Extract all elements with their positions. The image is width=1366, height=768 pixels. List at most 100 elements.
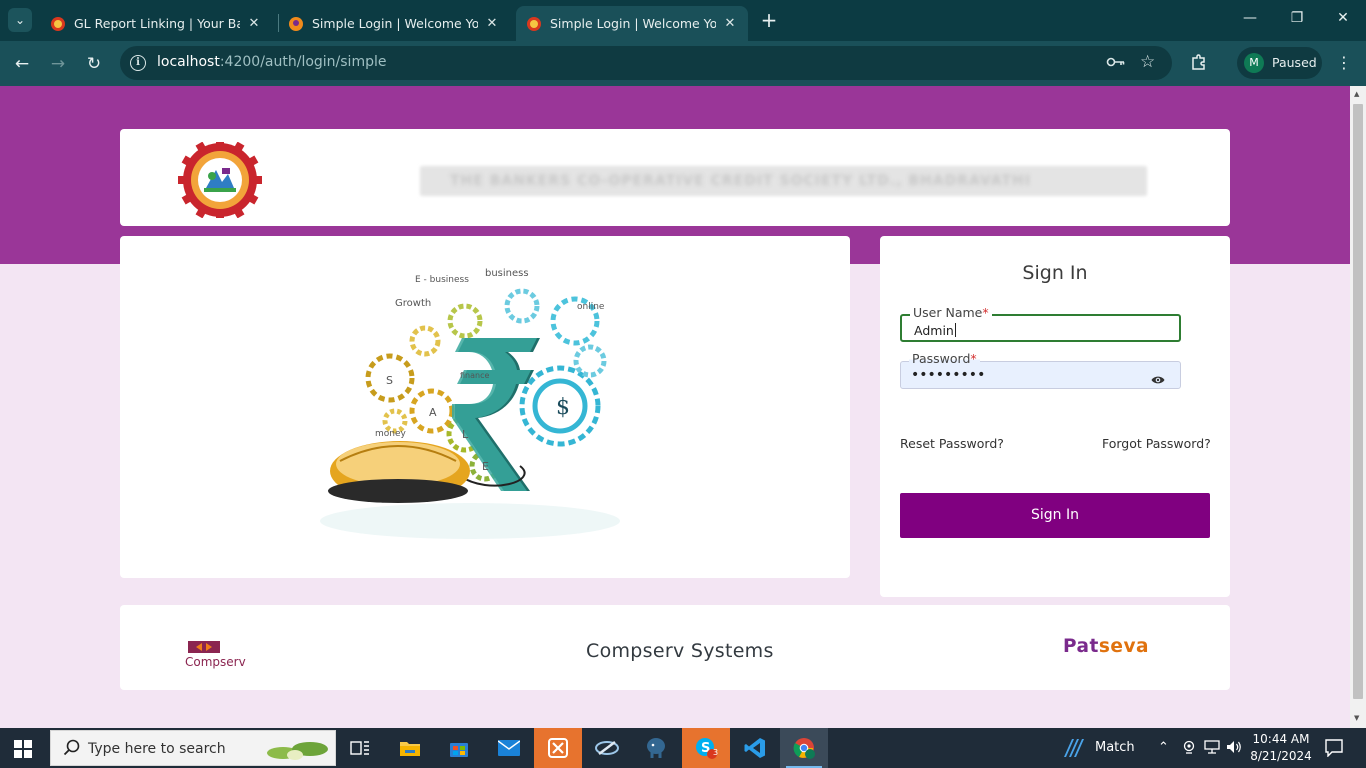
minimize-icon[interactable]: — [1239, 10, 1261, 26]
hero-letter-s: S [386, 374, 393, 387]
avatar: M [1244, 53, 1264, 73]
clock-date: 8/21/2024 [1250, 749, 1312, 763]
footer-company-name: Compserv Systems [586, 640, 774, 662]
reload-icon[interactable]: ↻ [83, 53, 105, 75]
url-path: :4200/auth/login/simple [219, 54, 387, 70]
url-host: localhost [157, 54, 220, 70]
restore-icon[interactable]: ❐ [1286, 10, 1308, 26]
hero-word-business: business [485, 268, 529, 279]
close-icon[interactable]: ✕ [484, 16, 500, 31]
login-card: Sign In User Name* Admin Password* •••••… [880, 236, 1230, 597]
bank-name-text: THE BANKERS CO-OPERATIVE CREDIT SOCIETY … [450, 173, 1031, 189]
system-clock[interactable]: 10:44 AM 8/21/2024 [1250, 731, 1312, 765]
file-explorer-icon[interactable] [386, 728, 434, 768]
skype-badge-count: 3 [713, 748, 719, 757]
webcam-icon[interactable] [1182, 740, 1196, 758]
profile-status: Paused [1272, 55, 1317, 70]
back-arrow-icon[interactable]: ← [11, 53, 33, 75]
hero-word-ebusiness: E - business [415, 275, 469, 285]
windows-taskbar: Type here to search S 3 Match ⌃ 10:44 AM… [0, 728, 1366, 768]
search-highlight-cucumber-icon [265, 737, 331, 765]
hero-word-growth: Growth [395, 298, 431, 309]
password-label: Password* [909, 352, 980, 366]
bank-favicon-icon [526, 16, 542, 32]
browser-tab-simple-login-1[interactable]: Simple Login | Welcome Your B ✕ [278, 6, 510, 41]
address-bar[interactable]: i localhost:4200/auth/login/simple ☆ [120, 46, 1172, 80]
clock-time: 10:44 AM [1252, 732, 1310, 746]
skype-icon[interactable]: S 3 [682, 728, 730, 768]
tab-search-button[interactable]: ⌄ [8, 8, 32, 32]
patseva-brand: Patseva [1063, 636, 1149, 657]
windows-start-icon[interactable] [14, 740, 32, 762]
reset-password-link[interactable]: Reset Password? [900, 436, 1004, 451]
chevron-down-icon: ⌄ [14, 13, 26, 27]
text-caret [954, 323, 956, 337]
chevron-up-icon[interactable]: ⌃ [1158, 740, 1169, 755]
weather-icon[interactable] [1052, 728, 1092, 768]
scroll-thumb[interactable] [1353, 104, 1363, 699]
window-close-icon[interactable]: ✕ [1332, 10, 1354, 26]
hero-dollar-label: $ [556, 395, 570, 420]
show-password-eye-icon[interactable] [1151, 370, 1165, 389]
page-scrollbar[interactable]: ▲ ▼ [1350, 86, 1366, 728]
notification-center-icon[interactable] [1325, 739, 1343, 761]
hero-letter-e: E [482, 460, 489, 473]
brand-part-2: seva [1098, 636, 1149, 657]
vscode-icon[interactable] [731, 728, 779, 768]
xampp-icon[interactable] [534, 728, 582, 768]
extensions-puzzle-icon[interactable] [1188, 53, 1210, 75]
password-label-text: Password [912, 351, 971, 366]
url-text[interactable]: localhost:4200/auth/login/simple [157, 54, 386, 70]
task-view-icon[interactable] [336, 728, 384, 768]
brand-part-1: Pat [1063, 636, 1099, 657]
sign-in-button[interactable]: Sign In [900, 493, 1210, 538]
bank-logo-emblem [178, 138, 262, 222]
hero-word-online: online [577, 302, 605, 312]
tab-title: Simple Login | Welcome Your B [312, 16, 478, 31]
required-mark: * [982, 305, 989, 320]
close-icon[interactable]: ✕ [246, 16, 262, 31]
bank-favicon-icon [50, 16, 66, 32]
tab-title: Simple Login | Welcome Your B [550, 16, 716, 31]
site-info-icon[interactable]: i [130, 55, 146, 71]
required-mark: * [970, 351, 977, 366]
volume-icon[interactable] [1226, 740, 1242, 758]
close-icon[interactable]: ✕ [722, 16, 738, 31]
bookmark-star-icon[interactable]: ☆ [1140, 52, 1155, 72]
username-label: User Name* [910, 306, 992, 320]
microsoft-store-icon[interactable] [435, 728, 483, 768]
chrome-icon[interactable] [780, 728, 828, 768]
browser-toolbar: ← → ↻ i localhost:4200/auth/login/simple… [0, 41, 1366, 86]
bank-header-card: THE BANKERS CO-OPERATIVE CREDIT SOCIETY … [120, 129, 1230, 226]
hero-word-money: money [375, 429, 407, 439]
more-menu-icon[interactable]: ⋮ [1336, 53, 1352, 72]
angular-favicon-icon [288, 16, 304, 32]
search-icon [63, 739, 81, 762]
browser-tab-bar: ⌄ GL Report Linking | Your Bank N ✕ Simp… [0, 0, 1366, 41]
browser-tab-gl-report[interactable]: GL Report Linking | Your Bank N ✕ [40, 6, 272, 41]
browser-tab-simple-login-active[interactable]: Simple Login | Welcome Your B ✕ [516, 6, 748, 41]
scroll-up-arrow-icon[interactable]: ▲ [1354, 90, 1359, 98]
password-key-icon[interactable] [1106, 54, 1126, 74]
network-icon[interactable] [1204, 740, 1220, 758]
forward-arrow-icon[interactable]: → [47, 53, 69, 75]
postgresql-elephant-icon[interactable] [632, 728, 680, 768]
mail-icon[interactable] [485, 728, 533, 768]
taskbar-search-box[interactable]: Type here to search [50, 730, 336, 766]
username-label-text: User Name [913, 305, 983, 320]
network-tool-icon[interactable] [583, 728, 631, 768]
username-field[interactable]: User Name* Admin [900, 306, 1181, 342]
hero-letter-l: L [462, 428, 469, 441]
footer-card: Compserv Compserv Systems Patseva [120, 605, 1230, 690]
username-input[interactable]: Admin [914, 323, 956, 338]
forgot-password-link[interactable]: Forgot Password? [1102, 436, 1211, 451]
profile-button[interactable]: M Paused [1237, 47, 1322, 79]
page-viewport: THE BANKERS CO-OPERATIVE CREDIT SOCIETY … [0, 86, 1350, 728]
scroll-down-arrow-icon[interactable]: ▼ [1354, 714, 1359, 722]
password-input[interactable]: ••••••••• [911, 367, 985, 383]
weather-text[interactable]: Match [1095, 740, 1135, 755]
hero-letter-a: A [429, 406, 437, 419]
hero-image-card: $ S A L E E - business business Growth o… [120, 236, 850, 578]
password-field[interactable]: Password* ••••••••• [900, 352, 1181, 389]
new-tab-plus-icon[interactable]: + [758, 9, 780, 31]
